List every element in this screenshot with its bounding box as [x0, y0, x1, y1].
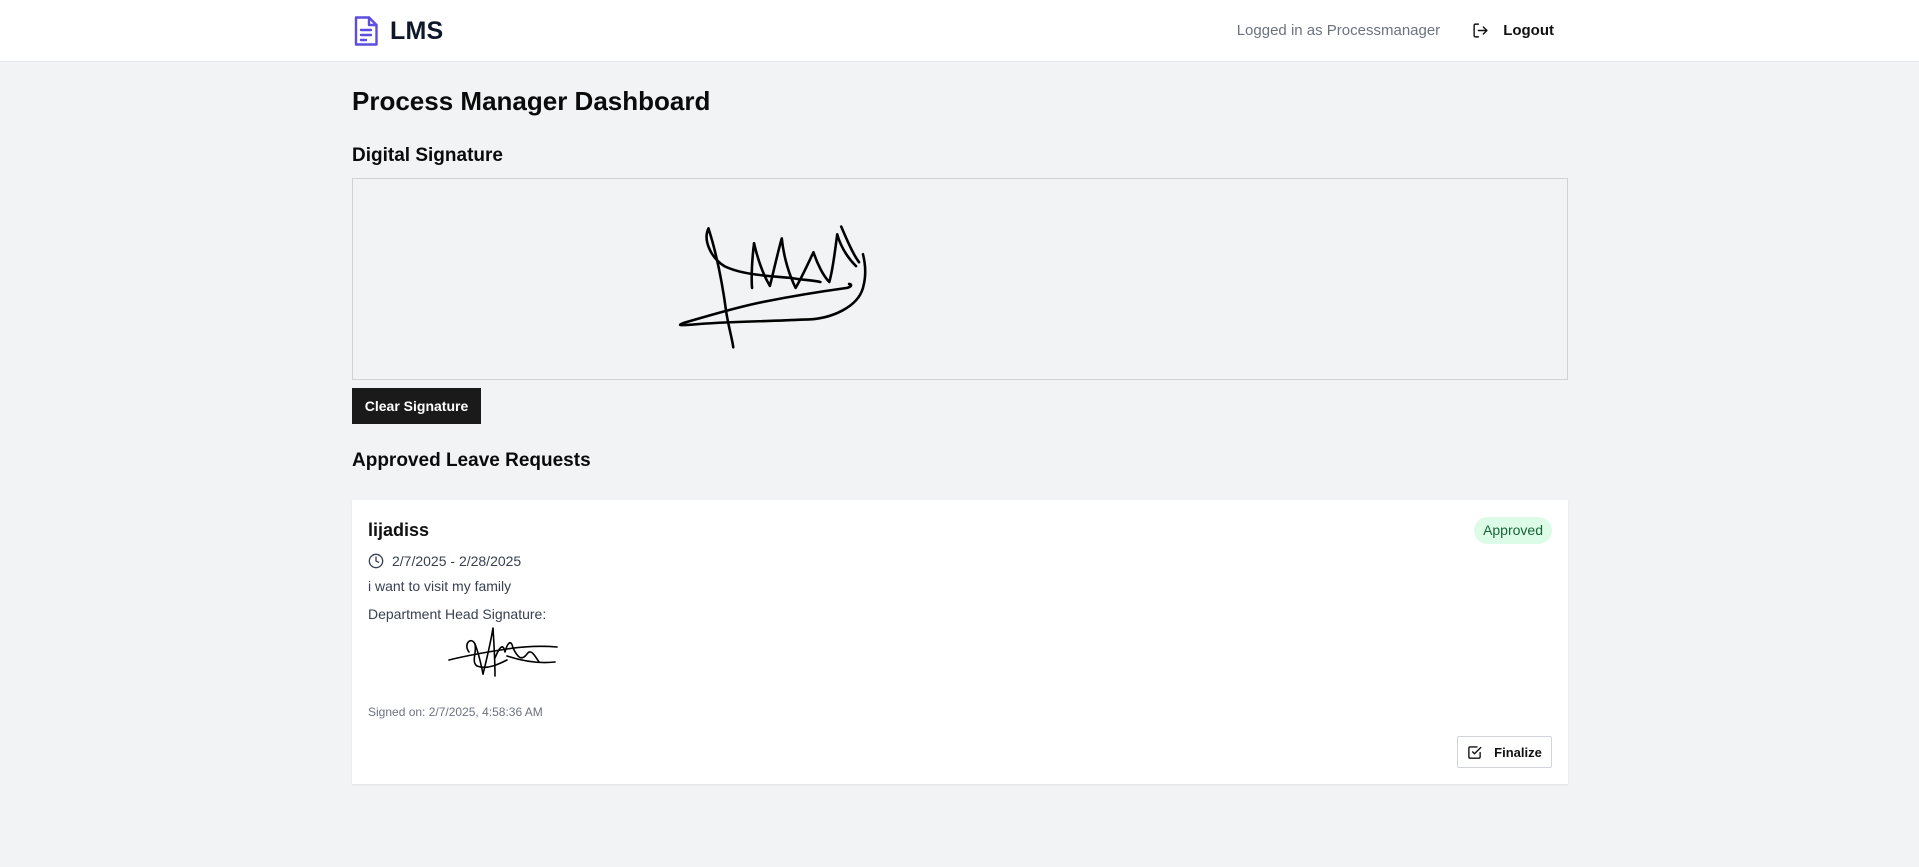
leave-request-card: lijadiss Approved 2/7/2025 - 2/28/2025 i… — [352, 500, 1568, 784]
finalize-label: Finalize — [1494, 744, 1542, 760]
brand[interactable]: LMS — [352, 13, 443, 49]
clock-icon — [368, 553, 384, 569]
employee-name: lijadiss — [368, 520, 430, 540]
document-icon — [352, 15, 380, 47]
top-navbar: LMS Logged in as Processmanager Logout — [0, 0, 1919, 62]
app-name: LMS — [390, 16, 444, 45]
check-square-icon — [1467, 745, 1482, 760]
logout-icon — [1472, 22, 1489, 39]
date-range: 2/7/2025 - 2/28/2025 — [392, 553, 522, 569]
logout-button[interactable]: Logout — [1472, 22, 1554, 39]
status-badge: Approved — [1474, 517, 1552, 544]
signature-pad[interactable] — [352, 178, 1568, 380]
page-title: Process Manager Dashboard — [352, 86, 711, 116]
logged-in-text: Logged in as Processmanager — [1236, 21, 1441, 39]
logout-label: Logout — [1503, 21, 1554, 39]
finalize-button[interactable]: Finalize — [1457, 736, 1552, 768]
drawn-signature — [678, 225, 867, 349]
leave-reason: i want to visit my family — [368, 578, 512, 594]
department-head-signature-label: Department Head Signature: — [368, 606, 547, 622]
clear-signature-button[interactable]: Clear Signature — [352, 388, 481, 424]
approved-requests-heading: Approved Leave Requests — [352, 450, 591, 471]
digital-signature-heading: Digital Signature — [352, 145, 503, 166]
department-head-signature-image — [447, 622, 562, 684]
user-area: Logged in as Processmanager Logout — [1237, 18, 1554, 42]
signed-on-timestamp: Signed on: 2/7/2025, 4:58:36 AM — [368, 705, 543, 719]
date-range-row: 2/7/2025 - 2/28/2025 — [368, 553, 521, 569]
